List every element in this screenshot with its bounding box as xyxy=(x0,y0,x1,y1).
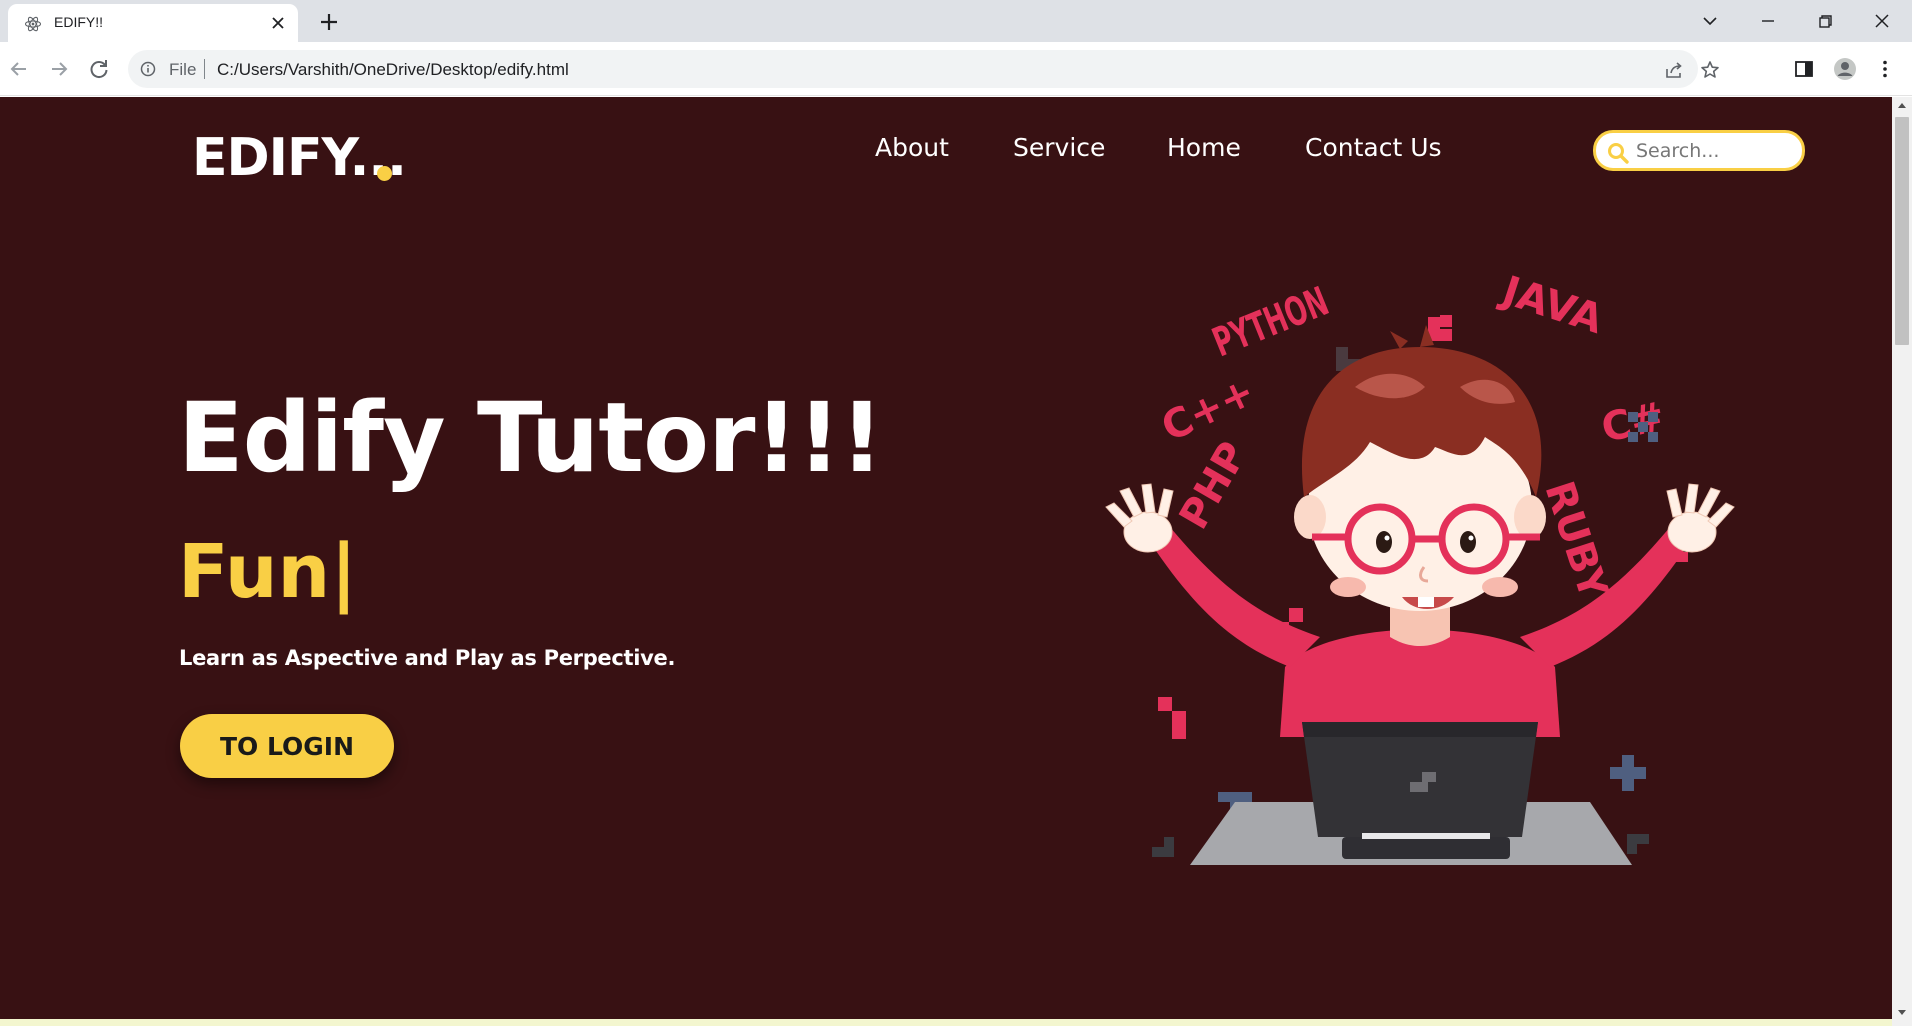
scrollbar-thumb[interactable] xyxy=(1895,117,1909,345)
illustration-label-php: PHP xyxy=(1171,434,1257,537)
nav-link-home[interactable]: Home xyxy=(1167,133,1241,162)
hero-title: Edify Tutor!!! xyxy=(178,382,884,494)
back-arrow-icon[interactable] xyxy=(6,56,32,82)
more-menu-icon[interactable] xyxy=(1872,56,1898,82)
info-icon[interactable] xyxy=(140,61,156,77)
scroll-down-arrow-icon[interactable] xyxy=(1897,1009,1907,1017)
reload-icon[interactable] xyxy=(86,56,112,82)
nav-link-about[interactable]: About xyxy=(875,133,949,162)
side-panel-icon[interactable] xyxy=(1791,56,1817,82)
illustration-label-cpp: C++ xyxy=(1155,369,1262,451)
tab-title: EDIFY!! xyxy=(54,14,104,30)
close-tab-icon[interactable] xyxy=(270,15,286,31)
page-viewport: EDIFY... About Service Home Contact Us E… xyxy=(0,97,1892,1019)
browser-tab[interactable]: EDIFY!! xyxy=(8,4,298,42)
hero-subtitle: Learn as Aspective and Play as Perpectiv… xyxy=(179,646,676,670)
nav-link-contact-us[interactable]: Contact Us xyxy=(1305,133,1442,162)
profile-avatar-icon[interactable] xyxy=(1832,56,1858,82)
illustration-label-csharp: C# xyxy=(1598,394,1669,452)
scroll-up-arrow-icon[interactable] xyxy=(1897,101,1907,109)
url-scheme-label: File xyxy=(169,60,197,79)
search-box[interactable] xyxy=(1593,130,1805,171)
illustration-label-java: JAVA xyxy=(1494,267,1608,343)
forward-arrow-icon[interactable] xyxy=(46,56,72,82)
browser-toolbar: File C:/Users/Varshith/OneDrive/Desktop/… xyxy=(0,42,1912,96)
page-bottom-strip xyxy=(0,1019,1892,1026)
logo-accent-dot xyxy=(377,166,392,181)
search-input[interactable] xyxy=(1636,137,1796,165)
url-text[interactable]: C:/Users/Varshith/OneDrive/Desktop/edify… xyxy=(217,60,569,80)
atom-icon xyxy=(24,16,42,32)
hero-typed-text: Fun| xyxy=(178,529,358,615)
to-login-button[interactable]: TO LOGIN xyxy=(180,714,394,778)
browser-tabstrip: EDIFY!! xyxy=(0,0,1912,42)
kid-coding-illustration: PYTHON JAVA C++ C# PHP RUBY xyxy=(1105,267,1735,865)
restore-icon[interactable] xyxy=(1812,8,1838,34)
new-tab-icon[interactable] xyxy=(317,10,341,34)
illustration-label-ruby: RUBY xyxy=(1535,476,1616,606)
share-icon[interactable] xyxy=(1663,59,1685,81)
url-separator xyxy=(204,59,205,79)
illustration-label-python: PYTHON xyxy=(1207,279,1335,367)
tab-search-chevron-icon[interactable] xyxy=(1697,8,1723,34)
close-window-icon[interactable] xyxy=(1869,8,1895,34)
nav-link-service[interactable]: Service xyxy=(1013,133,1105,162)
minimize-icon[interactable] xyxy=(1755,8,1781,34)
site-logo[interactable]: EDIFY... xyxy=(192,128,407,188)
address-bar[interactable]: File C:/Users/Varshith/OneDrive/Desktop/… xyxy=(128,50,1719,88)
vertical-scrollbar[interactable] xyxy=(1892,97,1912,1026)
bookmark-star-icon[interactable] xyxy=(1699,59,1721,81)
search-icon xyxy=(1608,143,1629,164)
